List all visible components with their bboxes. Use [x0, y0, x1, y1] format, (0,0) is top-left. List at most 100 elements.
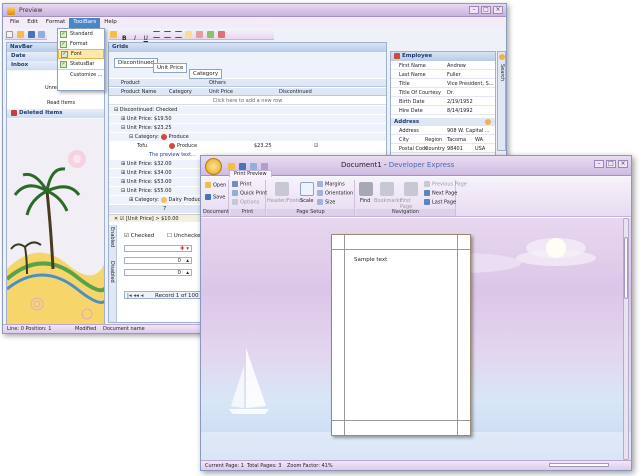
vertical-scrollbar[interactable] — [623, 218, 629, 460]
checked-checkbox[interactable]: ☑ Checked — [124, 233, 154, 239]
group-row[interactable]: ⊟ Category: Produce — [109, 133, 386, 141]
align-right-icon[interactable] — [174, 31, 182, 38]
band-others[interactable]: Others — [209, 79, 226, 87]
read-items-label[interactable]: Read Items — [47, 100, 75, 106]
open-icon[interactable] — [16, 31, 24, 38]
band-product[interactable]: Product — [121, 79, 140, 87]
next-page-button[interactable]: Next Page — [424, 190, 457, 197]
highlight-icon[interactable] — [185, 31, 193, 38]
tab-disabled[interactable]: Disabled — [109, 261, 115, 283]
previous-page-button[interactable]: Previous Page — [424, 181, 467, 188]
close-button[interactable]: × — [493, 6, 503, 14]
app-orb-icon[interactable] — [205, 158, 222, 175]
menu-file[interactable]: File — [6, 18, 23, 28]
close-button[interactable]: × — [618, 160, 628, 168]
last-page-button[interactable]: Last Page — [424, 199, 456, 206]
preview-titlebar[interactable]: Preview – □ × — [3, 4, 506, 17]
column-product-name[interactable]: Product Name — [121, 88, 156, 96]
save-icon[interactable] — [27, 31, 35, 38]
collapse-icon[interactable] — [485, 119, 491, 125]
paste-icon[interactable] — [196, 31, 203, 38]
menu-item-standard[interactable]: ✓ Standard — [58, 29, 104, 39]
tab-enabled[interactable]: Enabled — [109, 227, 115, 247]
column-unit-price[interactable]: Unit Price — [209, 88, 233, 96]
column-discontinued[interactable]: Discontinued — [279, 88, 312, 96]
menu-item-font[interactable]: ✓ Font — [58, 49, 104, 59]
print-button[interactable]: Print — [232, 181, 252, 188]
minimize-button[interactable]: – — [594, 160, 604, 168]
preview-page[interactable]: Sample text — [331, 234, 471, 436]
group-tag-unit-price[interactable]: Unit Price — [153, 63, 188, 73]
options-button[interactable]: Options — [232, 199, 259, 206]
find-button[interactable]: Find — [360, 198, 370, 204]
group-tag-category[interactable]: Category — [189, 69, 223, 79]
margins-button[interactable]: Margins — [317, 181, 345, 188]
qa-open-icon[interactable] — [228, 163, 235, 170]
employee-field-row[interactable]: Birth Date 2/19/1952 — [391, 98, 495, 106]
zoom-slider[interactable] — [549, 463, 609, 467]
menu-help[interactable]: Help — [100, 18, 121, 28]
minimize-button[interactable]: – — [469, 6, 479, 14]
menu-item-customize[interactable]: Customize ... — [58, 69, 104, 79]
employee-field-row[interactable]: First Name Andrew — [391, 62, 495, 70]
cell-product-name: Tofu — [137, 143, 148, 149]
quick-print-button[interactable]: Quick Print — [232, 190, 267, 197]
print-icon[interactable] — [38, 31, 46, 38]
field-label: Birth Date — [399, 99, 425, 105]
italic-icon[interactable]: I — [132, 35, 139, 42]
size-button[interactable]: Size — [317, 199, 335, 206]
menu-toolbars[interactable]: ToolBars — [69, 18, 101, 28]
address-field-row[interactable]: Address 908 W. Capital ... — [391, 127, 495, 135]
bookmarks-button[interactable]: Bookmarks — [374, 198, 402, 204]
search-side-tab[interactable]: Search — [497, 51, 506, 151]
maximize-button[interactable]: □ — [481, 6, 491, 14]
spin-edit-2[interactable]: 0 ▴ — [124, 269, 192, 276]
font-color-icon[interactable] — [110, 31, 117, 38]
orientation-button[interactable]: Orientation — [317, 190, 353, 197]
color-icon[interactable] — [217, 31, 225, 38]
employee-field-row[interactable]: Hire Date 8/14/1992 — [391, 107, 495, 115]
scale-button[interactable]: Scale — [300, 198, 313, 204]
nav-first-icon[interactable]: |◂ ◂◂ ◂ — [127, 293, 143, 299]
employee-field-row[interactable]: Title Of Courtesy Dr. — [391, 89, 495, 97]
field-label: Title Of Courtesy — [399, 90, 441, 96]
unchecked-checkbox[interactable]: ☐ Unchecked — [167, 233, 204, 239]
menu-edit[interactable]: Edit — [23, 18, 42, 28]
scrollbar-thumb[interactable] — [624, 237, 628, 299]
cell-discontinued-checkbox[interactable]: ☑ — [314, 142, 318, 150]
group-row[interactable]: ⊟ Unit Price: $23.25 — [109, 124, 386, 132]
employee-field-row[interactable]: Title Vice President, S... — [391, 80, 495, 88]
underline-icon[interactable]: U — [142, 35, 149, 42]
align-center-icon[interactable] — [163, 31, 171, 38]
maximize-button[interactable]: □ — [606, 160, 616, 168]
field-value: 8/14/1992 — [447, 108, 473, 114]
preview-area[interactable]: Sample text — [201, 218, 631, 460]
employee-field-row[interactable]: Last Name Fuller — [391, 71, 495, 79]
address-field-row[interactable]: Postal Code Country 98401 USA — [391, 145, 495, 153]
qa-print-icon[interactable] — [250, 163, 257, 170]
color-picker-field[interactable]: ✚ ▾ — [124, 245, 192, 252]
table-row[interactable]: Tofu Produce $23.25 ☑ — [109, 142, 386, 150]
qa-customize-icon[interactable] — [261, 163, 268, 170]
group-row[interactable]: ⊟ Discontinued: Checked — [109, 106, 386, 114]
title-separator: - — [381, 161, 389, 169]
record-navigator[interactable]: |◂ ◂◂ ◂ Record 1 of 100 — [124, 291, 208, 299]
picture-icon[interactable] — [206, 31, 214, 38]
bold-icon[interactable]: B — [121, 35, 128, 42]
navbar-item-deleted[interactable]: Deleted Items — [7, 109, 104, 118]
new-row[interactable]: Click here to add a new row — [109, 97, 386, 105]
qa-save-icon[interactable] — [239, 163, 246, 170]
column-category[interactable]: Category — [169, 88, 192, 96]
open-button[interactable]: Open — [205, 182, 226, 189]
menu-item-statusbar[interactable]: ✓ StatusBar — [58, 59, 104, 69]
group-row[interactable]: ⊞ Unit Price: $19.50 — [109, 115, 386, 123]
align-left-icon[interactable] — [153, 31, 160, 38]
header-footer-button[interactable]: Header/Footer — [267, 198, 303, 204]
group-tag-discontinued[interactable]: Discontinued — [114, 58, 159, 68]
menu-format[interactable]: Format — [42, 18, 69, 28]
save-button[interactable]: Save — [205, 194, 225, 201]
spin-edit-1[interactable]: 0 ▴ — [124, 257, 192, 264]
address-field-row[interactable]: City Region Tacoma WA — [391, 136, 495, 144]
new-icon[interactable] — [6, 31, 13, 38]
menu-item-format[interactable]: ✓ Format — [58, 39, 104, 49]
